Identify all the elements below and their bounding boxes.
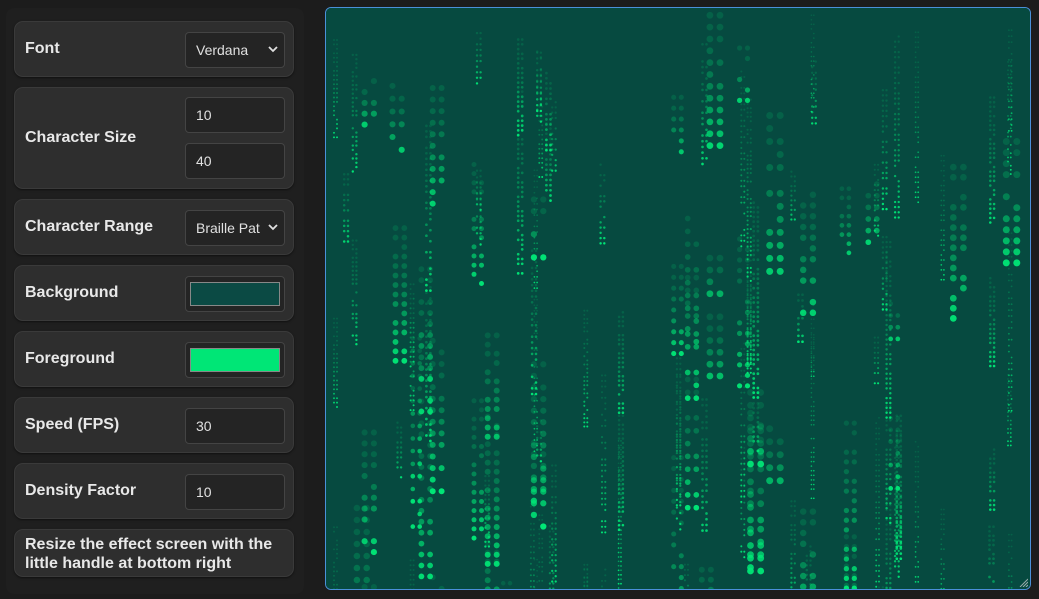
char-range-label: Character Range [25,218,154,235]
speed-row: Speed (FPS) 30 [14,397,294,453]
speed-label: Speed (FPS) [25,416,120,433]
char-size-label: Character Size [25,129,137,146]
font-select[interactable]: Verdana [185,32,285,68]
foreground-label: Foreground [25,350,115,367]
font-select-value: Verdana [196,42,249,58]
effect-screen[interactable] [325,7,1031,590]
foreground-row: Foreground [14,331,294,387]
chevron-down-icon [268,211,278,245]
settings-panel: Font Verdana Character Size 10 40 Charac… [6,8,304,594]
char-size-max-input[interactable]: 40 [185,143,285,179]
font-row: Font Verdana [14,21,294,77]
font-label: Font [25,40,60,57]
hint-row: Resize the effect screen with the little… [14,529,294,577]
background-color-picker[interactable] [185,276,285,312]
density-label: Density Factor [25,482,137,499]
char-size-row: Character Size 10 40 [14,87,294,189]
char-range-select-value: Braille Pat [196,220,260,236]
background-label: Background [25,284,119,301]
resize-handle-icon[interactable] [1018,577,1028,587]
background-color-swatch [190,282,280,306]
matrix-rain-canvas [326,8,1030,589]
resize-hint-text: Resize the effect screen with the little… [25,536,273,572]
char-size-min-input[interactable]: 10 [185,97,285,133]
density-input[interactable]: 10 [185,474,285,510]
app-window: Font Verdana Character Size 10 40 Charac… [0,0,1039,599]
chevron-down-icon [268,33,278,67]
density-row: Density Factor 10 [14,463,294,519]
background-row: Background [14,265,294,321]
char-range-row: Character Range Braille Pat [14,199,294,255]
char-range-select[interactable]: Braille Pat [185,210,285,246]
foreground-color-swatch [190,348,280,372]
foreground-color-picker[interactable] [185,342,285,378]
speed-input[interactable]: 30 [185,408,285,444]
